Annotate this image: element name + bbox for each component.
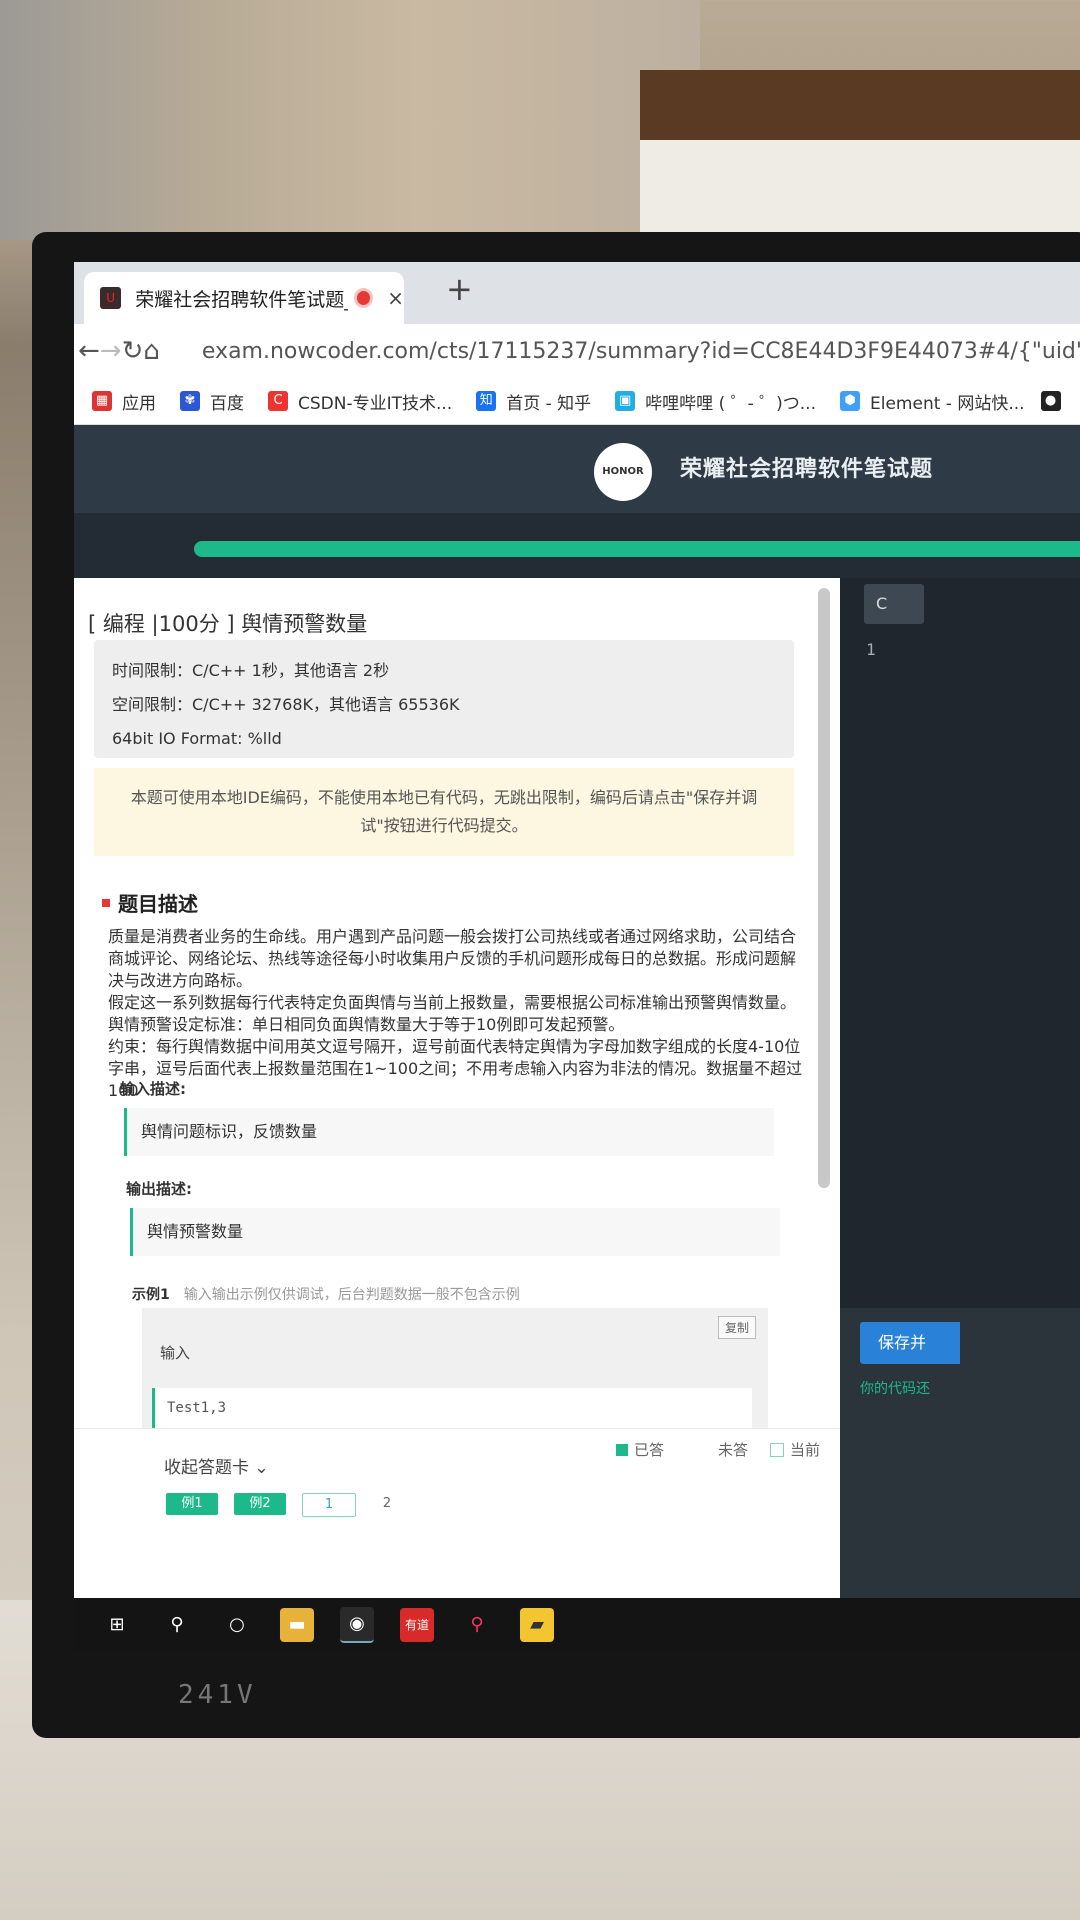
progress-area [74, 513, 1080, 579]
question-title: [ 编程 |100分 ] 舆情预警数量 [88, 612, 368, 636]
description-heading-text: 题目描述 [118, 892, 198, 916]
example-input-code: Test1,3 [152, 1388, 752, 1428]
code-editor[interactable]: C 1 保存并 你的代码还 [840, 578, 1080, 1652]
bookmark-apps[interactable]: ▦ 应用 [92, 389, 156, 414]
exam-title: 荣耀社会招聘软件笔试题 [680, 457, 934, 482]
editor-status-message: 你的代码还 [860, 1381, 930, 1397]
answer-card-item[interactable]: 2 [372, 1493, 402, 1515]
screen: U 荣耀社会招聘软件笔试题_牛 × + ← → ↻ ⌂ exam.nowcode… [74, 262, 1080, 1652]
recording-indicator-icon [353, 288, 374, 308]
new-tab-button[interactable]: + [446, 270, 473, 308]
bookmark-csdn[interactable]: C CSDN-专业IT技术... [268, 389, 452, 414]
description-heading: 题目描述 [102, 888, 198, 917]
bookmark-label: 应用 [122, 393, 156, 414]
bookmark-label: 首页 - 知乎 [506, 393, 592, 414]
bookmark-label: 哔哩哔哩 ( ゜- ゜)つ... [645, 393, 816, 414]
answered-swatch [615, 1443, 628, 1456]
background-cabinet [640, 70, 1080, 240]
line-number: 1 [866, 640, 876, 659]
apps-grid-icon: ▦ [92, 391, 112, 411]
legend-current: 当前 [789, 1441, 820, 1459]
description-paragraph: 质量是消费者业务的生命线。用户遇到产品问题一般会拨打公司热线或者通过网络求助，公… [108, 927, 797, 990]
url-field[interactable]: exam.nowcoder.com/cts/17115237/summary?i… [202, 339, 1080, 364]
bookmarks-bar: ▦ 应用 ✾ 百度 C CSDN-专业IT技术... 知 首页 - 知乎 ▣ 哔… [74, 378, 1080, 425]
example-input-label: 输入 [160, 1344, 191, 1362]
forward-button[interactable]: → [100, 336, 122, 366]
browser-tab[interactable]: U 荣耀社会招聘软件笔试题_牛 × [84, 272, 404, 324]
task-view-icon[interactable]: ○ [220, 1608, 254, 1642]
io-format: 64bit IO Format: %lld [112, 729, 282, 748]
background-sofa [0, 0, 700, 240]
chrome-icon[interactable]: ◉ [340, 1607, 374, 1643]
bookmark-bilibili[interactable]: ▣ 哔哩哔哩 ( ゜- ゜)つ... [615, 389, 816, 414]
example-label: 示例1 [132, 1287, 170, 1303]
ide-notice: 本题可使用本地IDE编码，不能使用本地已有代码，无跳出限制，编码后请点击"保存并… [94, 768, 794, 856]
monitor-brand-label: 241V [178, 1680, 257, 1710]
csdn-c-icon: C [268, 391, 288, 411]
example-hint: 输入输出示例仅供调试，后台判题数据一般不包含示例 [183, 1287, 520, 1303]
space-limit: 空间限制：C/C++ 32768K，其他语言 65536K [112, 695, 460, 714]
answer-card-item[interactable]: 例2 [234, 1493, 286, 1515]
windows-taskbar: ⊞ ⚲ ○ ▬ ◉ 有道 ⚲ ▰ [74, 1598, 1080, 1652]
description-paragraph: 约束：每行舆情数据中间用英文逗号隔开，逗号前面代表特定舆情为字母加数字组成的长度… [108, 1037, 803, 1100]
youdao-icon[interactable]: 有道 [400, 1608, 434, 1642]
limits-box: 时间限制：C/C++ 1秒，其他语言 2秒 空间限制：C/C++ 32768K，… [94, 640, 794, 758]
answer-legend: 已答 未答 当前 [594, 1439, 820, 1460]
collapse-answer-card-button[interactable]: 收起答题卡 ⌄ [164, 1453, 269, 1478]
file-explorer-icon[interactable]: ▬ [280, 1608, 314, 1642]
baidu-paw-icon: ✾ [180, 391, 200, 411]
time-limit: 时间限制：C/C++ 1秒，其他语言 2秒 [112, 661, 390, 680]
exam-header: HONOR 荣耀社会招聘软件笔试题 [74, 425, 1080, 513]
question-panel: [ 编程 |100分 ] 舆情预警数量 时间限制：C/C++ 1秒，其他语言 2… [74, 578, 840, 1652]
bookmark-element[interactable]: ⬢ Element - 网站快... [840, 389, 1025, 414]
input-description: 舆情问题标识，反馈数量 [124, 1108, 774, 1156]
answer-card-item[interactable]: 1 [302, 1493, 356, 1517]
content-area: [ 编程 |100分 ] 舆情预警数量 时间限制：C/C++ 1秒，其他语言 2… [74, 578, 1080, 1652]
tab-close-button[interactable]: × [387, 286, 404, 310]
bookmark-label: Element - 网站快... [870, 393, 1025, 414]
question-scrollbar[interactable] [818, 588, 830, 1188]
github-icon[interactable]: ● [1040, 391, 1061, 411]
input-description-label: 输入描述: [120, 1080, 186, 1098]
bookmark-zhihu[interactable]: 知 首页 - 知乎 [476, 389, 591, 414]
sticky-notes-icon[interactable]: ▰ [520, 1608, 554, 1642]
description-paragraph: 假定这一系列数据每行代表特定负面舆情与当前上报数量，需要根据公司标准输出预警舆情… [108, 993, 797, 1012]
home-button[interactable]: ⌂ [143, 336, 160, 366]
progress-bar [194, 541, 1080, 557]
example-box: 复制 输入 Test1,3 [142, 1308, 768, 1428]
example-header: 示例1 输入输出示例仅供调试，后台判题数据一般不包含示例 [132, 1284, 520, 1304]
reload-button[interactable]: ↻ [122, 336, 144, 366]
problem-description: 质量是消费者业务的生命线。用户遇到产品问题一般会拨打公司热线或者通过网络求助，公… [108, 926, 808, 1102]
address-bar: ← → ↻ ⌂ exam.nowcoder.com/cts/17115237/s… [74, 324, 1080, 378]
section-marker-icon [102, 898, 110, 907]
nowcoder-favicon-icon: U [100, 287, 122, 309]
current-swatch [769, 1442, 784, 1457]
tab-title: 荣耀社会招聘软件笔试题_牛 [135, 288, 347, 311]
back-button[interactable]: ← [78, 336, 100, 366]
windows-start-icon[interactable]: ⊞ [100, 1608, 134, 1642]
zhihu-icon: 知 [476, 391, 497, 411]
element-hex-icon: ⬢ [840, 391, 860, 411]
answer-cards: 例1 例2 1 2 [166, 1493, 418, 1517]
bookmark-label: 百度 [210, 393, 244, 414]
legend-unanswered: 未答 [717, 1441, 748, 1459]
answer-card-item[interactable]: 例1 [166, 1493, 218, 1515]
unanswered-swatch [700, 1444, 712, 1456]
bookmark-baidu[interactable]: ✾ 百度 [180, 389, 244, 414]
bookmark-label: CSDN-专业IT技术... [298, 393, 453, 414]
language-select[interactable]: C [864, 584, 924, 624]
description-paragraph: 舆情预警设定标准：单日相同负面舆情数量大于等于10例即可发起预警。 [108, 1015, 625, 1034]
output-description: 舆情预警数量 [130, 1208, 780, 1256]
browser-tab-bar: U 荣耀社会招聘软件笔试题_牛 × + [74, 262, 1080, 324]
magnifier-app-icon[interactable]: ⚲ [460, 1608, 494, 1642]
save-and-debug-button[interactable]: 保存并 [860, 1322, 960, 1364]
bilibili-tv-icon: ▣ [615, 391, 636, 411]
output-description-label: 输出描述: [126, 1180, 192, 1198]
copy-button[interactable]: 复制 [717, 1316, 756, 1339]
legend-answered: 已答 [633, 1441, 664, 1459]
honor-logo: HONOR [594, 443, 652, 501]
search-icon[interactable]: ⚲ [160, 1608, 194, 1642]
